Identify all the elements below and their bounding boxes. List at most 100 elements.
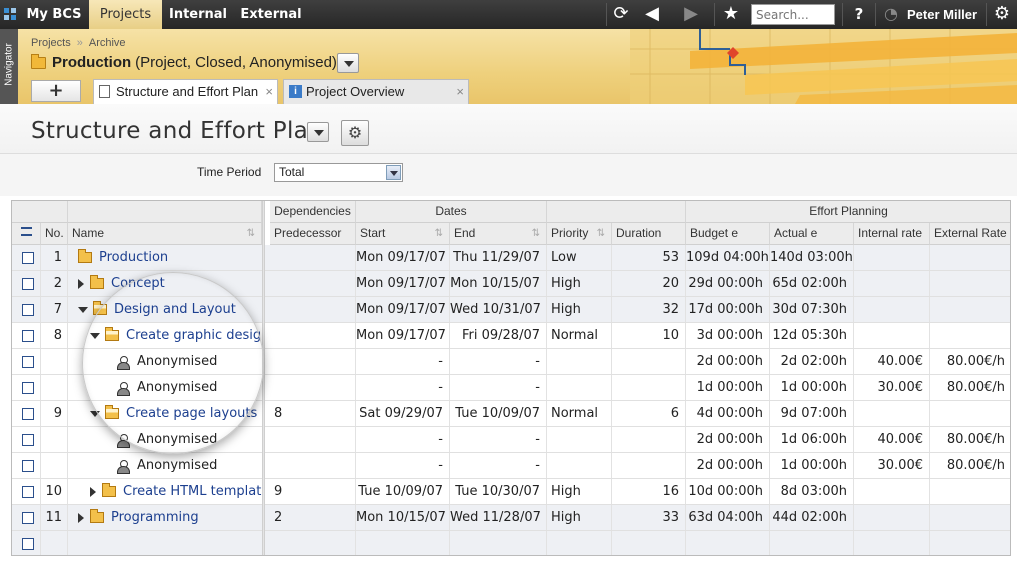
cell-actual[interactable]: [770, 531, 854, 555]
project-menu-dropdown-button[interactable]: [337, 53, 359, 73]
cell-actual[interactable]: 9d 07:00h: [770, 401, 854, 426]
cell-irate[interactable]: 30.00€: [854, 375, 930, 400]
row-checkbox[interactable]: [22, 278, 34, 290]
collapse-icon[interactable]: [90, 410, 100, 417]
table-row[interactable]: Anonymised - - 2d 00:00h 2d 02:00h 40.00€ 80.0…: [12, 349, 1010, 375]
cell-pred[interactable]: 9: [270, 479, 356, 504]
cell-priority[interactable]: [547, 375, 612, 400]
cell-priority[interactable]: [547, 427, 612, 452]
cell-budget[interactable]: 10d 00:00h: [686, 479, 770, 504]
cell-irate[interactable]: [854, 531, 930, 555]
cell-priority[interactable]: High: [547, 297, 612, 322]
nav-tab-projects[interactable]: Projects: [89, 0, 162, 29]
close-tab-icon[interactable]: ×: [456, 80, 464, 104]
cell-end[interactable]: -: [450, 427, 547, 452]
cell-end[interactable]: Tue 10/09/07: [450, 401, 547, 426]
cell-priority[interactable]: [547, 349, 612, 374]
cell-pred[interactable]: [270, 271, 356, 296]
column-header-start[interactable]: Start ⇅: [356, 223, 450, 245]
expand-icon[interactable]: [78, 278, 84, 289]
refresh-icon[interactable]: ⟳: [607, 0, 635, 29]
cell-priority[interactable]: High: [547, 271, 612, 296]
cell-pred[interactable]: [270, 349, 356, 374]
cell-pred[interactable]: 8: [270, 401, 356, 426]
cell-priority[interactable]: Normal: [547, 323, 612, 348]
cell-start[interactable]: Mon 09/17/07: [356, 297, 450, 322]
cell-erate[interactable]: [930, 297, 1010, 322]
column-header-external-rate[interactable]: External Rate: [930, 223, 1010, 245]
table-row[interactable]: 7 Design and Layout Mon 09/17/07 Wed 10/31/…: [12, 297, 1010, 323]
cell-erate[interactable]: [930, 245, 1010, 270]
task-name-link[interactable]: Create HTML template: [123, 479, 262, 504]
star-icon[interactable]: ★: [716, 0, 746, 29]
help-icon[interactable]: ?: [846, 0, 872, 29]
cell-irate[interactable]: [854, 505, 930, 530]
sort-icon[interactable]: ⇅: [532, 223, 540, 244]
cell-priority[interactable]: [547, 453, 612, 478]
column-header-end[interactable]: End ⇅: [450, 223, 547, 245]
cell-start[interactable]: Mon 09/17/07: [356, 271, 450, 296]
cell-duration[interactable]: 20: [612, 271, 686, 296]
cell-actual[interactable]: 2d 02:00h: [770, 349, 854, 374]
app-logo-icon[interactable]: [4, 8, 16, 20]
collapse-icon[interactable]: [78, 306, 88, 313]
task-name-link[interactable]: Create graphic design: [126, 323, 262, 348]
cell-duration[interactable]: [612, 453, 686, 478]
timer-icon[interactable]: ◔: [878, 0, 904, 29]
cell-irate[interactable]: [854, 245, 930, 270]
cell-budget[interactable]: 29d 00:00h: [686, 271, 770, 296]
cell-irate[interactable]: 40.00€: [854, 349, 930, 374]
cell-erate[interactable]: [930, 271, 1010, 296]
column-header-predecessor[interactable]: Predecessor: [270, 223, 356, 245]
row-checkbox[interactable]: [22, 460, 34, 472]
cell-duration[interactable]: [612, 427, 686, 452]
cell-start[interactable]: Sat 09/29/07: [356, 401, 450, 426]
cell-start[interactable]: Tue 10/09/07: [356, 479, 450, 504]
task-name-link[interactable]: Create page layouts: [126, 401, 257, 426]
cell-duration[interactable]: [612, 531, 686, 555]
cell-priority[interactable]: High: [547, 505, 612, 530]
row-checkbox[interactable]: [22, 330, 34, 342]
cell-erate[interactable]: [930, 323, 1010, 348]
cell-pred[interactable]: [270, 323, 356, 348]
time-period-select[interactable]: Total: [274, 163, 403, 182]
row-checkbox[interactable]: [22, 304, 34, 316]
column-header-no[interactable]: No.: [41, 223, 68, 245]
cell-erate[interactable]: 80.00€/h: [930, 427, 1010, 452]
search-input[interactable]: [751, 4, 835, 25]
cell-actual[interactable]: 1d 00:00h: [770, 453, 854, 478]
cell-erate[interactable]: [930, 531, 1010, 555]
table-row[interactable]: 10 Create HTML template 9 Tue 10/09/07 Tue 1…: [12, 479, 1010, 505]
cell-duration[interactable]: 10: [612, 323, 686, 348]
navigator-toggle[interactable]: Navigator: [0, 29, 18, 104]
cell-duration[interactable]: [612, 349, 686, 374]
row-checkbox[interactable]: [22, 382, 34, 394]
cell-erate[interactable]: [930, 401, 1010, 426]
expand-icon[interactable]: [78, 512, 84, 523]
sort-icon[interactable]: ⇅: [435, 223, 443, 244]
nav-tab-my-bcs[interactable]: My BCS: [20, 0, 88, 29]
frozen-column-splitter[interactable]: [262, 201, 265, 555]
table-row[interactable]: [12, 531, 1010, 555]
cell-pred[interactable]: [270, 375, 356, 400]
cell-end[interactable]: Wed 11/28/07: [450, 505, 547, 530]
user-name[interactable]: Peter Miller: [907, 0, 977, 29]
cell-pred[interactable]: 2: [270, 505, 356, 530]
tab-structure-effort-plan[interactable]: Structure and Effort Plan ×: [93, 79, 278, 104]
row-checkbox[interactable]: [22, 252, 34, 264]
view-options-dropdown-button[interactable]: [307, 122, 329, 142]
cell-start[interactable]: Mon 09/17/07: [356, 323, 450, 348]
cell-irate[interactable]: 30.00€: [854, 453, 930, 478]
cell-end[interactable]: -: [450, 453, 547, 478]
row-checkbox[interactable]: [22, 486, 34, 498]
cell-duration[interactable]: 32: [612, 297, 686, 322]
cell-actual[interactable]: 12d 05:30h: [770, 323, 854, 348]
column-header-priority[interactable]: Priority ⇅: [547, 223, 612, 245]
cell-actual[interactable]: 1d 00:00h: [770, 375, 854, 400]
cell-erate[interactable]: [930, 479, 1010, 504]
gear-icon[interactable]: ⚙: [988, 0, 1016, 29]
cell-actual[interactable]: 140d 03:00h: [770, 245, 854, 270]
cell-start[interactable]: Mon 10/15/07: [356, 505, 450, 530]
cell-priority[interactable]: High: [547, 479, 612, 504]
add-tab-button[interactable]: +: [31, 80, 81, 102]
